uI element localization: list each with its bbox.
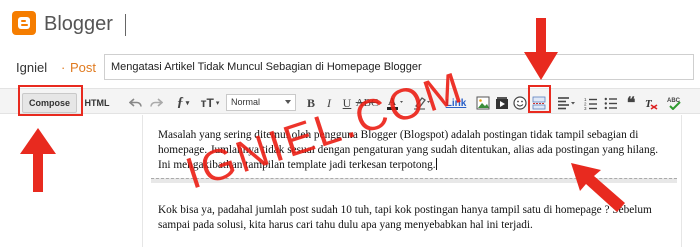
post-title-row: Igniel · Post Mengatasi Artikel Tidak Mu… bbox=[0, 46, 700, 88]
html-mode-button[interactable]: HTML bbox=[80, 93, 114, 113]
svg-text:3: 3 bbox=[584, 106, 587, 110]
image-icon[interactable] bbox=[475, 93, 491, 113]
paragraph-format-select[interactable]: Normal bbox=[226, 94, 296, 111]
divider bbox=[125, 14, 126, 36]
chevron-down-icon bbox=[285, 100, 291, 104]
numbered-list-icon[interactable]: 123 bbox=[583, 93, 599, 113]
spellcheck-icon[interactable]: ABC bbox=[666, 93, 684, 113]
blog-name-link[interactable]: Igniel bbox=[16, 60, 47, 75]
emoji-icon[interactable] bbox=[512, 93, 528, 113]
text-cursor bbox=[435, 158, 437, 170]
format-select-value: Normal bbox=[231, 97, 261, 107]
editor-paragraph[interactable]: Kok bisa ya, padahal jumlah post sudah 1… bbox=[158, 203, 668, 233]
breadcrumb-separator: · bbox=[61, 60, 66, 75]
breadcrumb-post: Post bbox=[70, 60, 97, 75]
compose-highlight-box bbox=[18, 85, 83, 116]
bulleted-list-icon[interactable] bbox=[603, 93, 619, 113]
align-icon[interactable] bbox=[556, 93, 578, 113]
quote-icon[interactable]: ❝ bbox=[623, 93, 639, 113]
font-icon[interactable]: ƒ ▾ bbox=[172, 93, 194, 113]
app-brand-name[interactable]: Blogger bbox=[44, 13, 113, 36]
app-bar: Blogger bbox=[0, 0, 700, 46]
redo-icon[interactable] bbox=[148, 93, 164, 113]
undo-icon[interactable] bbox=[128, 93, 144, 113]
clear-format-icon[interactable]: T bbox=[643, 93, 659, 113]
jump-break-highlight-box bbox=[528, 85, 551, 113]
blogger-logo-icon[interactable] bbox=[12, 11, 36, 35]
font-size-icon[interactable]: ᴛT ▾ bbox=[198, 93, 222, 113]
post-title-input[interactable]: Mengatasi Artikel Tidak Muncul Sebagian … bbox=[104, 54, 694, 80]
video-icon[interactable] bbox=[494, 93, 510, 113]
